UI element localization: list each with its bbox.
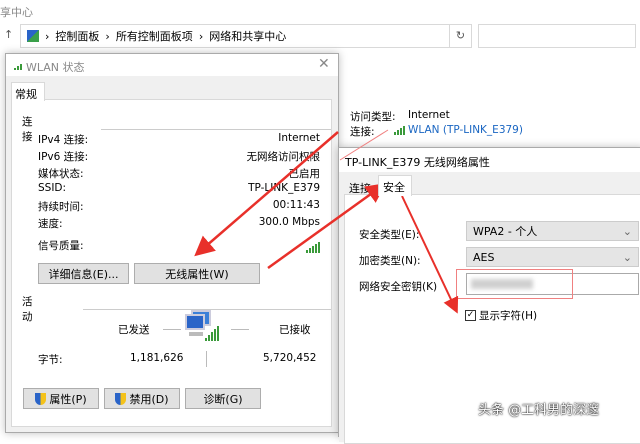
media-label: 媒体状态:: [38, 168, 84, 180]
highlight-box: [456, 269, 573, 299]
address-bar[interactable]: › 控制面板 › 所有控制面板项 › 网络和共享中心 ↻: [20, 24, 472, 48]
encryption-type-select[interactable]: AES ⌄: [466, 247, 639, 267]
tab-security[interactable]: 安全: [378, 175, 412, 196]
encryption-type-value: AES: [473, 250, 495, 264]
encryption-type-label: 加密类型(N):: [359, 255, 421, 267]
properties-label: 属性(P): [49, 392, 87, 406]
chevron-down-icon: ⌄: [622, 250, 632, 264]
duration-label: 持续时间:: [38, 201, 84, 213]
ipv6-label: IPv6 连接:: [38, 151, 89, 163]
bytes-label: 字节:: [38, 354, 63, 366]
duration-value: 00:11:43: [272, 199, 320, 211]
security-type-select[interactable]: WPA2 - 个人 ⌄: [466, 221, 639, 241]
connection-label: 连接:: [350, 126, 375, 138]
watermark: 头条 @工科男的深邃: [478, 403, 600, 418]
wlan-status-dialog: WLAN 状态 ✕ 常规 连接 IPv4 连接: Internet IPv6 连接…: [5, 53, 339, 433]
window-title: 享中心: [0, 6, 33, 19]
connection-link[interactable]: WLAN (TP-LINK_E379): [408, 124, 523, 136]
search-input[interactable]: [478, 24, 636, 48]
dialog-title: TP-LINK_E379 无线网络属性: [345, 156, 490, 169]
breadcrumb-item[interactable]: 网络和共享中心: [209, 28, 286, 44]
disable-button[interactable]: 禁用(D): [104, 388, 180, 409]
network-computers-icon: [185, 310, 223, 345]
breadcrumb-item[interactable]: 所有控制面板项: [116, 28, 193, 44]
close-icon[interactable]: ✕: [318, 56, 330, 72]
speed-label: 速度:: [38, 218, 63, 230]
security-type-label: 安全类型(E):: [359, 229, 420, 241]
ssid-value: TP-LINK_E379: [248, 182, 320, 194]
checkbox-checked-icon: ✓: [465, 310, 476, 321]
received-label: 已接收: [279, 324, 311, 336]
sent-label: 已发送: [118, 324, 150, 336]
tab-general[interactable]: 常规: [11, 82, 45, 101]
refresh-button[interactable]: ↻: [449, 25, 471, 47]
details-button[interactable]: 详细信息(E)...: [38, 263, 129, 284]
ipv4-label: IPv4 连接:: [38, 134, 89, 146]
access-type-value: Internet: [408, 109, 450, 121]
ipv4-value: Internet: [278, 132, 320, 144]
breadcrumb-item[interactable]: 控制面板: [55, 28, 99, 44]
ipv6-value: 无网络访问权限: [246, 151, 321, 163]
dialog-title: WLAN 状态: [26, 61, 85, 74]
chevron-down-icon: ⌄: [622, 224, 632, 238]
shield-icon: [35, 392, 47, 405]
bytes-received: 5,720,452: [263, 352, 317, 364]
speed-value: 300.0 Mbps: [258, 216, 320, 228]
bytes-sent: 1,181,626: [130, 352, 184, 364]
disable-label: 禁用(D): [129, 392, 169, 406]
shield-icon: [115, 392, 127, 405]
ssid-label: SSID:: [38, 182, 67, 194]
signal-quality-icon: [306, 242, 320, 253]
section-activity: 活动: [22, 296, 33, 323]
media-value: 已启用: [288, 168, 321, 180]
show-characters-checkbox[interactable]: ✓ 显示字符(H): [465, 308, 537, 323]
security-key-label: 网络安全密钥(K): [359, 281, 438, 293]
properties-button[interactable]: 属性(P): [23, 388, 99, 409]
control-panel-icon: [27, 30, 39, 42]
security-type-value: WPA2 - 个人: [473, 225, 538, 238]
signal-icon: [14, 64, 22, 70]
show-characters-label: 显示字符(H): [479, 310, 538, 322]
signal-icon: [394, 125, 405, 135]
up-button[interactable]: ↑: [4, 28, 13, 41]
signal-label: 信号质量:: [38, 240, 84, 252]
diagnose-button[interactable]: 诊断(G): [185, 388, 261, 409]
access-type-label: 访问类型:: [350, 111, 396, 123]
wireless-properties-dialog: TP-LINK_E379 无线网络属性 连接 安全 安全类型(E): WPA2 …: [338, 147, 640, 444]
wireless-properties-button[interactable]: 无线属性(W): [134, 263, 260, 284]
